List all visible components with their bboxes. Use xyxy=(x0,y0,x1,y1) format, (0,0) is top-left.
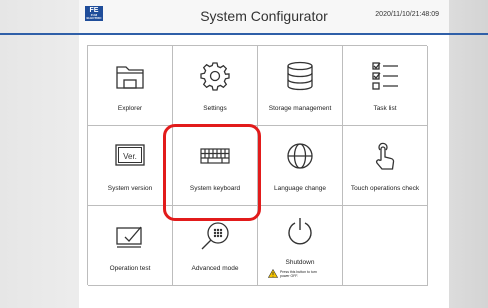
tile-system-version[interactable]: Ver. System version xyxy=(88,126,173,206)
tile-label: Storage management xyxy=(268,105,332,112)
tile-empty xyxy=(343,206,428,286)
magnifier-icon xyxy=(195,219,235,253)
tile-task-list[interactable]: Task list xyxy=(343,46,428,126)
tile-touch-operations-check[interactable]: Touch operations check xyxy=(343,126,428,206)
monitor-check-icon xyxy=(110,219,150,253)
folder-icon xyxy=(110,59,150,93)
tile-operation-test[interactable]: Operation test xyxy=(88,206,173,286)
tile-label: Explorer xyxy=(117,105,143,112)
shutdown-note: Press this button to turn power OFF. xyxy=(280,269,317,278)
tile-explorer[interactable]: Explorer xyxy=(88,46,173,126)
gear-icon xyxy=(195,59,235,93)
tile-label: Shutdown xyxy=(285,259,315,266)
tile-label: System version xyxy=(107,185,153,192)
menu-grid: Explorer Settings Storage management Tas… xyxy=(87,45,428,286)
datetime-display: 2020/11/10/21:48:09 xyxy=(375,11,439,18)
app-header: FE FUJI ELECTRIC System Configurator 202… xyxy=(79,0,449,33)
power-icon xyxy=(280,214,320,248)
checklist-icon xyxy=(365,59,405,93)
database-icon xyxy=(280,59,320,93)
globe-icon xyxy=(280,139,320,173)
tile-shutdown[interactable]: Shutdown Press this button to turn power… xyxy=(258,206,343,286)
warning-icon xyxy=(268,269,278,278)
tile-storage-management[interactable]: Storage management xyxy=(258,46,343,126)
tile-label: Settings xyxy=(203,105,227,112)
keyboard-icon xyxy=(195,139,235,173)
tile-advanced-mode[interactable]: Advanced mode xyxy=(173,206,258,286)
tile-language-change[interactable]: Language change xyxy=(258,126,343,206)
tile-system-keyboard[interactable]: System keyboard xyxy=(173,126,258,206)
tile-label: Operation test xyxy=(109,265,151,272)
tile-label: Task list xyxy=(373,105,397,112)
touch-hand-icon xyxy=(365,139,405,173)
tile-label: System keyboard xyxy=(189,185,241,192)
tile-label: Advanced mode xyxy=(191,265,239,272)
version-icon: Ver. xyxy=(110,139,150,173)
tile-settings[interactable]: Settings xyxy=(173,46,258,126)
shutdown-warning: Press this button to turn power OFF. xyxy=(268,269,320,278)
tile-label: Touch operations check xyxy=(350,185,420,192)
tile-label: Language change xyxy=(273,185,327,192)
version-icon-text: Ver. xyxy=(123,152,137,161)
